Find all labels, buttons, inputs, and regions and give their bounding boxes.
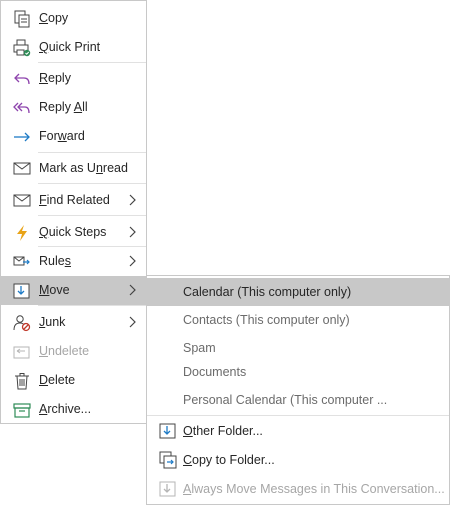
menu-item-label: Reply All <box>39 100 88 114</box>
move-to-folder-icon <box>159 423 176 439</box>
separator <box>38 305 146 306</box>
menu-item-label: Quick Steps <box>39 225 107 239</box>
submenu-action-label: Other Folder... <box>183 424 263 438</box>
folder-label: Documents <box>183 365 247 379</box>
folder-label: Spam <box>183 341 216 355</box>
menu-item-junk[interactable]: Junk <box>1 308 146 337</box>
menu-item-label: Archive... <box>39 402 92 416</box>
menu-item-quick-steps[interactable]: Quick Steps <box>1 218 146 247</box>
menu-item-label: Find Related <box>39 193 110 207</box>
submenu-folder-calendar[interactable]: Calendar (This computer only) <box>147 278 449 306</box>
menu-item-reply[interactable]: Reply <box>1 64 146 93</box>
menu-item-move[interactable]: Move <box>1 276 146 305</box>
move-submenu: Calendar (This computer only) Contacts (… <box>146 275 450 505</box>
move-to-folder-icon <box>13 283 30 299</box>
menu-item-find-related[interactable]: Find Related <box>1 186 146 215</box>
separator <box>38 152 146 153</box>
menu-item-label: Reply <box>39 71 71 85</box>
menu-item-forward[interactable]: Forward <box>1 122 146 151</box>
reply-icon <box>14 73 30 85</box>
menu-item-delete[interactable]: Delete <box>1 366 146 395</box>
chevron-right-icon <box>129 226 136 238</box>
folder-label: Personal Calendar (This computer ... <box>183 393 388 407</box>
always-move-icon <box>159 481 176 497</box>
chevron-right-icon <box>129 284 136 296</box>
folder-label: Contacts (This computer only) <box>183 313 350 327</box>
submenu-folder-personal-calendar[interactable]: Personal Calendar (This computer ... <box>147 386 449 414</box>
lightning-icon <box>17 225 27 241</box>
submenu-folder-contacts[interactable]: Contacts (This computer only) <box>147 306 449 334</box>
submenu-other-folder[interactable]: Other Folder... <box>147 417 449 445</box>
submenu-folder-documents[interactable]: Documents <box>147 358 449 386</box>
folder-label: Calendar (This computer only) <box>183 285 352 299</box>
archive-icon <box>13 403 31 418</box>
submenu-action-label: Copy to Folder... <box>183 453 275 467</box>
menu-item-label: Mark as Unread <box>39 161 128 175</box>
menu-item-label: Delete <box>39 373 76 387</box>
submenu-action-label: Always Move Messages in This Conversatio… <box>183 482 445 496</box>
trash-icon <box>15 373 29 390</box>
context-menu: Copy Quick Print Reply Reply All Forward… <box>0 0 147 424</box>
chevron-right-icon <box>129 255 136 267</box>
envelope-icon <box>13 162 31 175</box>
undelete-icon <box>13 346 30 359</box>
menu-item-copy[interactable]: Copy <box>1 4 146 33</box>
chevron-right-icon <box>129 316 136 328</box>
separator <box>38 62 146 63</box>
forward-arrow-icon <box>14 132 30 142</box>
copy-to-folder-icon <box>159 451 177 469</box>
menu-item-label: Junk <box>39 315 66 329</box>
menu-item-mark-unread[interactable]: Mark as Unread <box>1 154 146 183</box>
menu-item-label: Move <box>39 283 70 297</box>
menu-item-quick-print[interactable]: Quick Print <box>1 33 146 62</box>
find-related-envelope-icon <box>13 194 31 207</box>
submenu-copy-to-folder[interactable]: Copy to Folder... <box>147 446 449 474</box>
submenu-always-move[interactable]: Always Move Messages in This Conversatio… <box>147 475 449 503</box>
menu-item-label: Quick Print <box>39 40 101 54</box>
menu-item-archive[interactable]: Archive... <box>1 395 146 424</box>
menu-item-label: Copy <box>39 11 69 25</box>
menu-item-reply-all[interactable]: Reply All <box>1 93 146 122</box>
rules-icon <box>13 256 30 266</box>
junk-icon <box>13 315 31 332</box>
reply-all-icon <box>13 102 30 114</box>
chevron-right-icon <box>129 194 136 206</box>
menu-item-rules[interactable]: Rules <box>1 247 146 276</box>
menu-item-label: Undelete <box>39 344 90 358</box>
separator <box>147 415 449 416</box>
printer-icon <box>13 39 31 57</box>
menu-item-label: Forward <box>39 129 85 143</box>
copy-icon <box>14 10 30 28</box>
menu-item-label: Rules <box>39 254 71 268</box>
separator <box>38 183 146 184</box>
menu-item-undelete[interactable]: Undelete <box>1 337 146 366</box>
separator <box>38 215 146 216</box>
